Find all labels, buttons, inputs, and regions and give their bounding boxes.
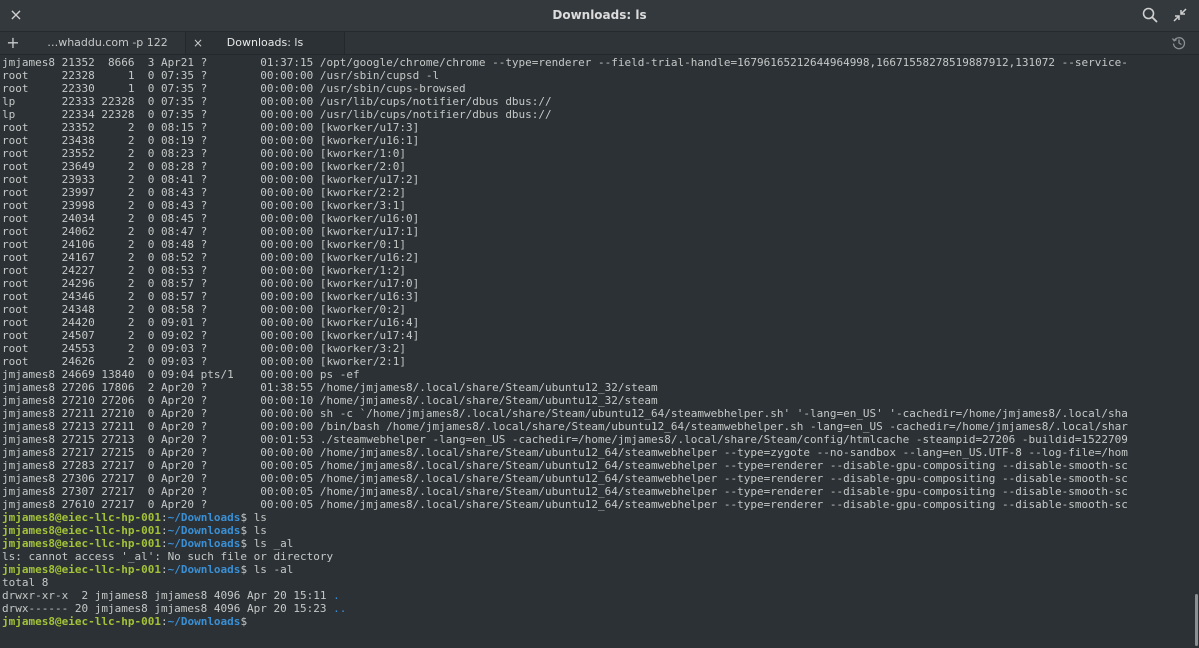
output-line: ls: cannot access '_al': No such file or… xyxy=(2,550,1194,563)
ps-output-line: root 24507 2 0 09:02 ? 00:00:00 [kworker… xyxy=(2,329,420,342)
scrollbar[interactable] xyxy=(1195,594,1198,646)
tab-bar: + …whaddu.com -p 122 × Downloads: ls xyxy=(0,32,1199,55)
ps-output-line: jmjames8 27610 27217 0 Apr20 ? 00:00:05 … xyxy=(2,498,1128,511)
ps-output-line: jmjames8 27206 17806 2 Apr20 ? 01:38:55 … xyxy=(2,381,658,394)
prompt-suffix: $ xyxy=(240,563,254,576)
ps-output-line: jmjames8 27307 27217 0 Apr20 ? 00:00:05 … xyxy=(2,485,1128,498)
ls-entry-name: .. xyxy=(333,602,347,615)
ps-output-line: root 23933 2 0 08:41 ? 00:00:00 [kworker… xyxy=(2,173,420,186)
ps-output-line: root 24296 2 0 08:57 ? 00:00:00 [kworker… xyxy=(2,277,420,290)
ps-output-line: root 24167 2 0 08:52 ? 00:00:00 [kworker… xyxy=(2,251,420,264)
new-tab-button[interactable]: + xyxy=(2,32,24,54)
prompt-line: jmjames8@eiec-llc-hp-001:~/Downloads$ ls xyxy=(2,524,1194,537)
ps-output-line: root 22328 1 0 07:35 ? 00:00:00 /usr/sbi… xyxy=(2,69,440,82)
output-line: total 8 xyxy=(2,576,1194,589)
prompt-line: jmjames8@eiec-llc-hp-001:~/Downloads$ xyxy=(2,615,1194,628)
prompt-suffix: $ xyxy=(240,537,254,550)
title-bar: × Downloads: ls xyxy=(0,0,1199,32)
command-text: ls -al xyxy=(253,563,294,576)
ps-output-line: root 24106 2 0 08:48 ? 00:00:00 [kworker… xyxy=(2,238,406,251)
prompt-colon: : xyxy=(160,563,168,576)
prompt-line: jmjames8@eiec-llc-hp-001:~/Downloads$ ls xyxy=(2,511,1194,524)
tab-downloads-ls[interactable]: × Downloads: ls xyxy=(186,32,345,54)
prompt-line: jmjames8@eiec-llc-hp-001:~/Downloads$ ls… xyxy=(2,537,1194,550)
ls-entry-meta: drwxr-xr-x 2 jmjames8 jmjames8 4096 Apr … xyxy=(2,589,334,602)
restore-icon[interactable] xyxy=(1171,6,1189,24)
ps-output-line: root 23552 2 0 08:23 ? 00:00:00 [kworker… xyxy=(2,147,406,160)
search-icon[interactable] xyxy=(1141,6,1159,24)
command-text: ls _al xyxy=(253,537,294,550)
command-text: ls xyxy=(253,524,267,537)
window-title: Downloads: ls xyxy=(552,8,647,22)
output-text: ls: cannot access '_al': No such file or… xyxy=(2,550,334,563)
prompt-user: jmjames8@eiec-llc-hp-001 xyxy=(2,537,161,550)
ps-output-line: root 24348 2 0 08:58 ? 00:00:00 [kworker… xyxy=(2,303,406,316)
ps-output-line: root 23352 2 0 08:15 ? 00:00:00 [kworker… xyxy=(2,121,420,134)
prompt-path: ~/Downloads xyxy=(167,615,241,628)
prompt-user: jmjames8@eiec-llc-hp-001 xyxy=(2,563,161,576)
ps-output-line: root 24034 2 0 08:45 ? 00:00:00 [kworker… xyxy=(2,212,420,225)
ps-output-line: jmjames8 27217 27215 0 Apr20 ? 00:00:00 … xyxy=(2,446,1128,459)
ps-output-line: jmjames8 27211 27210 0 Apr20 ? 00:00:00 … xyxy=(2,407,1128,420)
ps-output-line: root 24227 2 0 08:53 ? 00:00:00 [kworker… xyxy=(2,264,406,277)
prompt-line: jmjames8@eiec-llc-hp-001:~/Downloads$ ls… xyxy=(2,563,1194,576)
ps-output-line: root 23997 2 0 08:43 ? 00:00:00 [kworker… xyxy=(2,186,406,199)
ls-entry-meta: drwx------ 20 jmjames8 jmjames8 4096 Apr… xyxy=(2,602,334,615)
terminal-output[interactable]: jmjames8 21352 8666 3 Apr21 ? 01:37:15 /… xyxy=(2,56,1194,646)
prompt-user: jmjames8@eiec-llc-hp-001 xyxy=(2,615,161,628)
prompt-colon: : xyxy=(160,524,168,537)
command-text: ls xyxy=(253,511,267,524)
prompt-user: jmjames8@eiec-llc-hp-001 xyxy=(2,511,161,524)
ps-output-line: jmjames8 27283 27217 0 Apr20 ? 00:00:05 … xyxy=(2,459,1128,472)
prompt-colon: : xyxy=(160,615,168,628)
ps-output-line: root 24553 2 0 09:03 ? 00:00:00 [kworker… xyxy=(2,342,406,355)
ps-output-line: jmjames8 21352 8666 3 Apr21 ? 01:37:15 /… xyxy=(2,56,1128,69)
ps-output-line: lp 22334 22328 0 07:35 ? 00:00:00 /usr/l… xyxy=(2,108,552,121)
tab-label: …whaddu.com -p 122 xyxy=(47,36,168,49)
ls-entry-name: . xyxy=(333,589,340,602)
ps-output-line: jmjames8 24669 13840 0 09:04 pts/1 00:00… xyxy=(2,368,360,381)
prompt-path: ~/Downloads xyxy=(167,511,241,524)
prompt-path: ~/Downloads xyxy=(167,537,241,550)
close-tab-icon[interactable]: × xyxy=(192,32,204,54)
ls-entry-line: drwx------ 20 jmjames8 jmjames8 4096 Apr… xyxy=(2,602,1194,615)
ps-output-line: root 24420 2 0 09:01 ? 00:00:00 [kworker… xyxy=(2,316,420,329)
prompt-suffix: $ xyxy=(240,615,254,628)
prompt-colon: : xyxy=(160,511,168,524)
ps-output-line: root 23998 2 0 08:43 ? 00:00:00 [kworker… xyxy=(2,199,406,212)
tab-ssh-session[interactable]: …whaddu.com -p 122 xyxy=(30,32,186,54)
ps-output-line: jmjames8 27213 27211 0 Apr20 ? 00:00:00 … xyxy=(2,420,1128,433)
prompt-colon: : xyxy=(160,537,168,550)
ps-output-line: jmjames8 27210 27206 0 Apr20 ? 00:00:10 … xyxy=(2,394,658,407)
ps-output-line: root 24346 2 0 08:57 ? 00:00:00 [kworker… xyxy=(2,290,420,303)
ls-entry-line: drwxr-xr-x 2 jmjames8 jmjames8 4096 Apr … xyxy=(2,589,1194,602)
prompt-suffix: $ xyxy=(240,511,254,524)
ps-output-line: jmjames8 27215 27213 0 Apr20 ? 00:01:53 … xyxy=(2,433,1128,446)
ps-output-line: root 24062 2 0 08:47 ? 00:00:00 [kworker… xyxy=(2,225,420,238)
prompt-user: jmjames8@eiec-llc-hp-001 xyxy=(2,524,161,537)
ps-output-line: root 23649 2 0 08:28 ? 00:00:00 [kworker… xyxy=(2,160,406,173)
history-icon[interactable] xyxy=(1171,35,1187,51)
prompt-path: ~/Downloads xyxy=(167,563,241,576)
ps-output-line: root 22330 1 0 07:35 ? 00:00:00 /usr/sbi… xyxy=(2,82,466,95)
ps-output-line: jmjames8 27306 27217 0 Apr20 ? 00:00:05 … xyxy=(2,472,1128,485)
ps-output-line: lp 22333 22328 0 07:35 ? 00:00:00 /usr/l… xyxy=(2,95,552,108)
prompt-suffix: $ xyxy=(240,524,254,537)
output-text: total 8 xyxy=(2,576,49,589)
tab-label: Downloads: ls xyxy=(226,36,304,49)
prompt-path: ~/Downloads xyxy=(167,524,241,537)
ps-output-line: root 23438 2 0 08:19 ? 00:00:00 [kworker… xyxy=(2,134,420,147)
ps-output-line: root 24626 2 0 09:03 ? 00:00:00 [kworker… xyxy=(2,355,406,368)
